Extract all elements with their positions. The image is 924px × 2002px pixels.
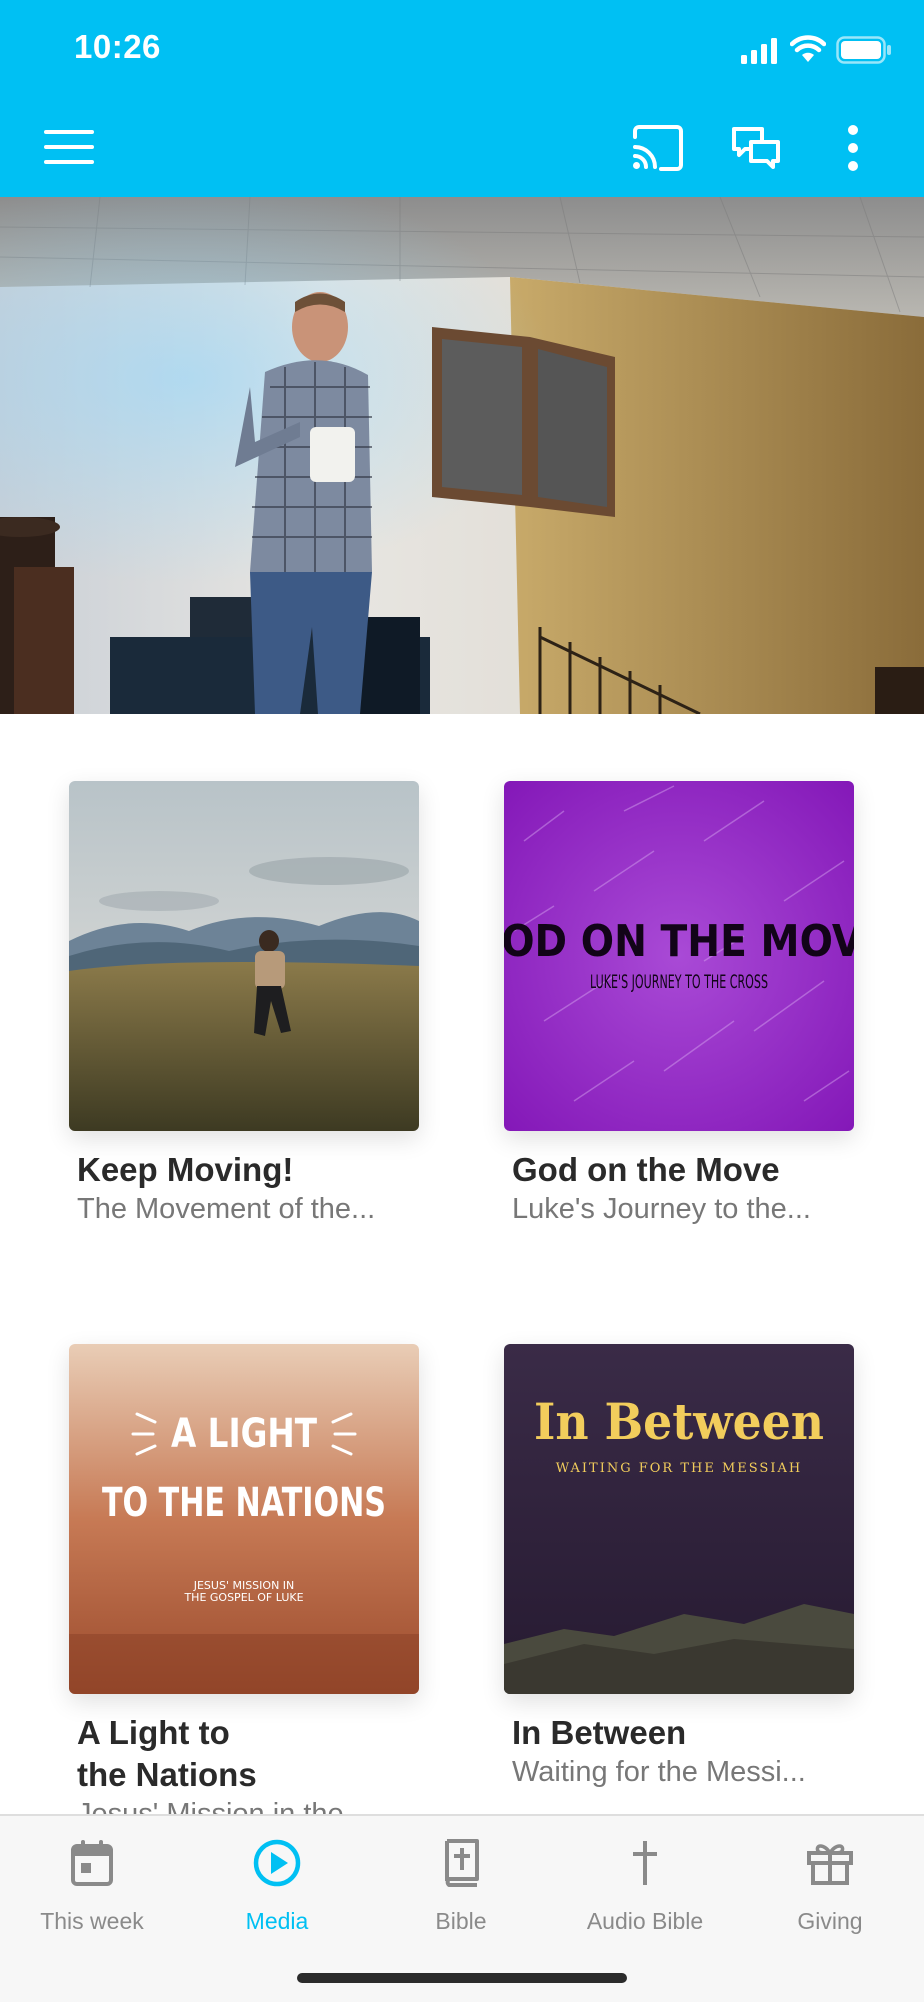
art-title: GOD ON THE MOVE bbox=[504, 916, 854, 967]
more-options-button[interactable] bbox=[836, 118, 870, 178]
bible-icon bbox=[445, 1839, 479, 1887]
signal-icon bbox=[741, 38, 777, 64]
series-thumbnail[interactable]: In Between WAITING FOR THE MESSIAH bbox=[504, 1344, 854, 1694]
series-thumbnail[interactable]: A LIGHT TO THE NATIONS JESUS' MISSION IN… bbox=[69, 1344, 419, 1694]
tab-label: Giving bbox=[797, 1908, 863, 1934]
media-card[interactable]: A LIGHT TO THE NATIONS JESUS' MISSION IN… bbox=[69, 1344, 419, 1832]
art-subtitle: WAITING FOR THE MESSIAH bbox=[556, 1461, 802, 1476]
tab-media[interactable]: Media bbox=[185, 1834, 369, 1935]
tab-giving[interactable]: Giving bbox=[738, 1834, 922, 1935]
home-indicator bbox=[297, 1973, 627, 1983]
cast-icon bbox=[633, 125, 683, 171]
art-title-line2: TO THE NATIONS bbox=[102, 1480, 386, 1526]
calendar-icon bbox=[71, 1840, 113, 1886]
card-title-line1: A Light to bbox=[77, 1714, 230, 1751]
chat-icon bbox=[732, 127, 780, 169]
tab-label: This week bbox=[40, 1908, 144, 1934]
card-subtitle: Luke's Journey to the... bbox=[512, 1193, 811, 1225]
art-subtitle: LUKE'S JOURNEY TO THE CROSS bbox=[590, 971, 768, 993]
art-title-line1: A LIGHT bbox=[171, 1411, 318, 1457]
app-header: 10:26 bbox=[0, 0, 924, 197]
media-card[interactable]: GOD ON THE MOVE LUKE'S JOURNEY TO THE CR… bbox=[504, 781, 854, 1227]
in-between-artwork: In Between WAITING FOR THE MESSIAH bbox=[504, 1344, 854, 1694]
chat-button[interactable] bbox=[724, 118, 788, 178]
menu-button[interactable] bbox=[40, 120, 100, 174]
status-time: 10:26 bbox=[74, 28, 161, 65]
tab-label: Bible bbox=[435, 1908, 487, 1934]
hero-photo bbox=[0, 197, 924, 714]
card-title: Keep Moving! bbox=[77, 1151, 294, 1188]
card-subtitle: The Movement of the... bbox=[77, 1193, 376, 1225]
tab-audio-bible[interactable]: Audio Bible bbox=[553, 1834, 737, 1935]
tab-label: Audio Bible bbox=[586, 1908, 704, 1934]
play-circle-icon bbox=[253, 1839, 301, 1887]
media-card[interactable]: Keep Moving! The Movement of the... bbox=[69, 781, 419, 1227]
card-title: In Between bbox=[512, 1714, 687, 1751]
card-title-line2: the Nations bbox=[77, 1756, 257, 1793]
hero-image[interactable] bbox=[0, 197, 924, 714]
wifi-icon bbox=[790, 35, 826, 62]
tab-this-week[interactable]: This week bbox=[0, 1834, 184, 1935]
gift-icon bbox=[807, 1844, 853, 1885]
media-card[interactable]: In Between WAITING FOR THE MESSIAH In Be… bbox=[504, 1344, 854, 1790]
god-on-the-move-artwork: GOD ON THE MOVE LUKE'S JOURNEY TO THE CR… bbox=[504, 781, 854, 1131]
art-title: In Between bbox=[534, 1392, 824, 1451]
more-vertical-icon bbox=[848, 125, 858, 171]
tab-label: Media bbox=[245, 1908, 309, 1934]
card-title: A Light to the Nations bbox=[69, 1712, 419, 1796]
cast-button[interactable] bbox=[626, 118, 690, 178]
tab-bible[interactable]: Bible bbox=[369, 1834, 553, 1935]
card-title: God on the Move bbox=[512, 1151, 780, 1188]
series-thumbnail[interactable]: GOD ON THE MOVE LUKE'S JOURNEY TO THE CR… bbox=[504, 781, 854, 1131]
battery-icon bbox=[836, 36, 891, 64]
hamburger-icon bbox=[44, 130, 94, 164]
keep-moving-artwork bbox=[69, 781, 419, 1131]
cross-icon bbox=[633, 1841, 657, 1885]
card-subtitle: Waiting for the Messi... bbox=[512, 1756, 806, 1788]
art-subtitle-line2: THE GOSPEL OF LUKE bbox=[183, 1591, 303, 1604]
series-thumbnail[interactable] bbox=[69, 781, 419, 1131]
a-light-to-the-nations-artwork: A LIGHT TO THE NATIONS JESUS' MISSION IN… bbox=[69, 1344, 419, 1694]
